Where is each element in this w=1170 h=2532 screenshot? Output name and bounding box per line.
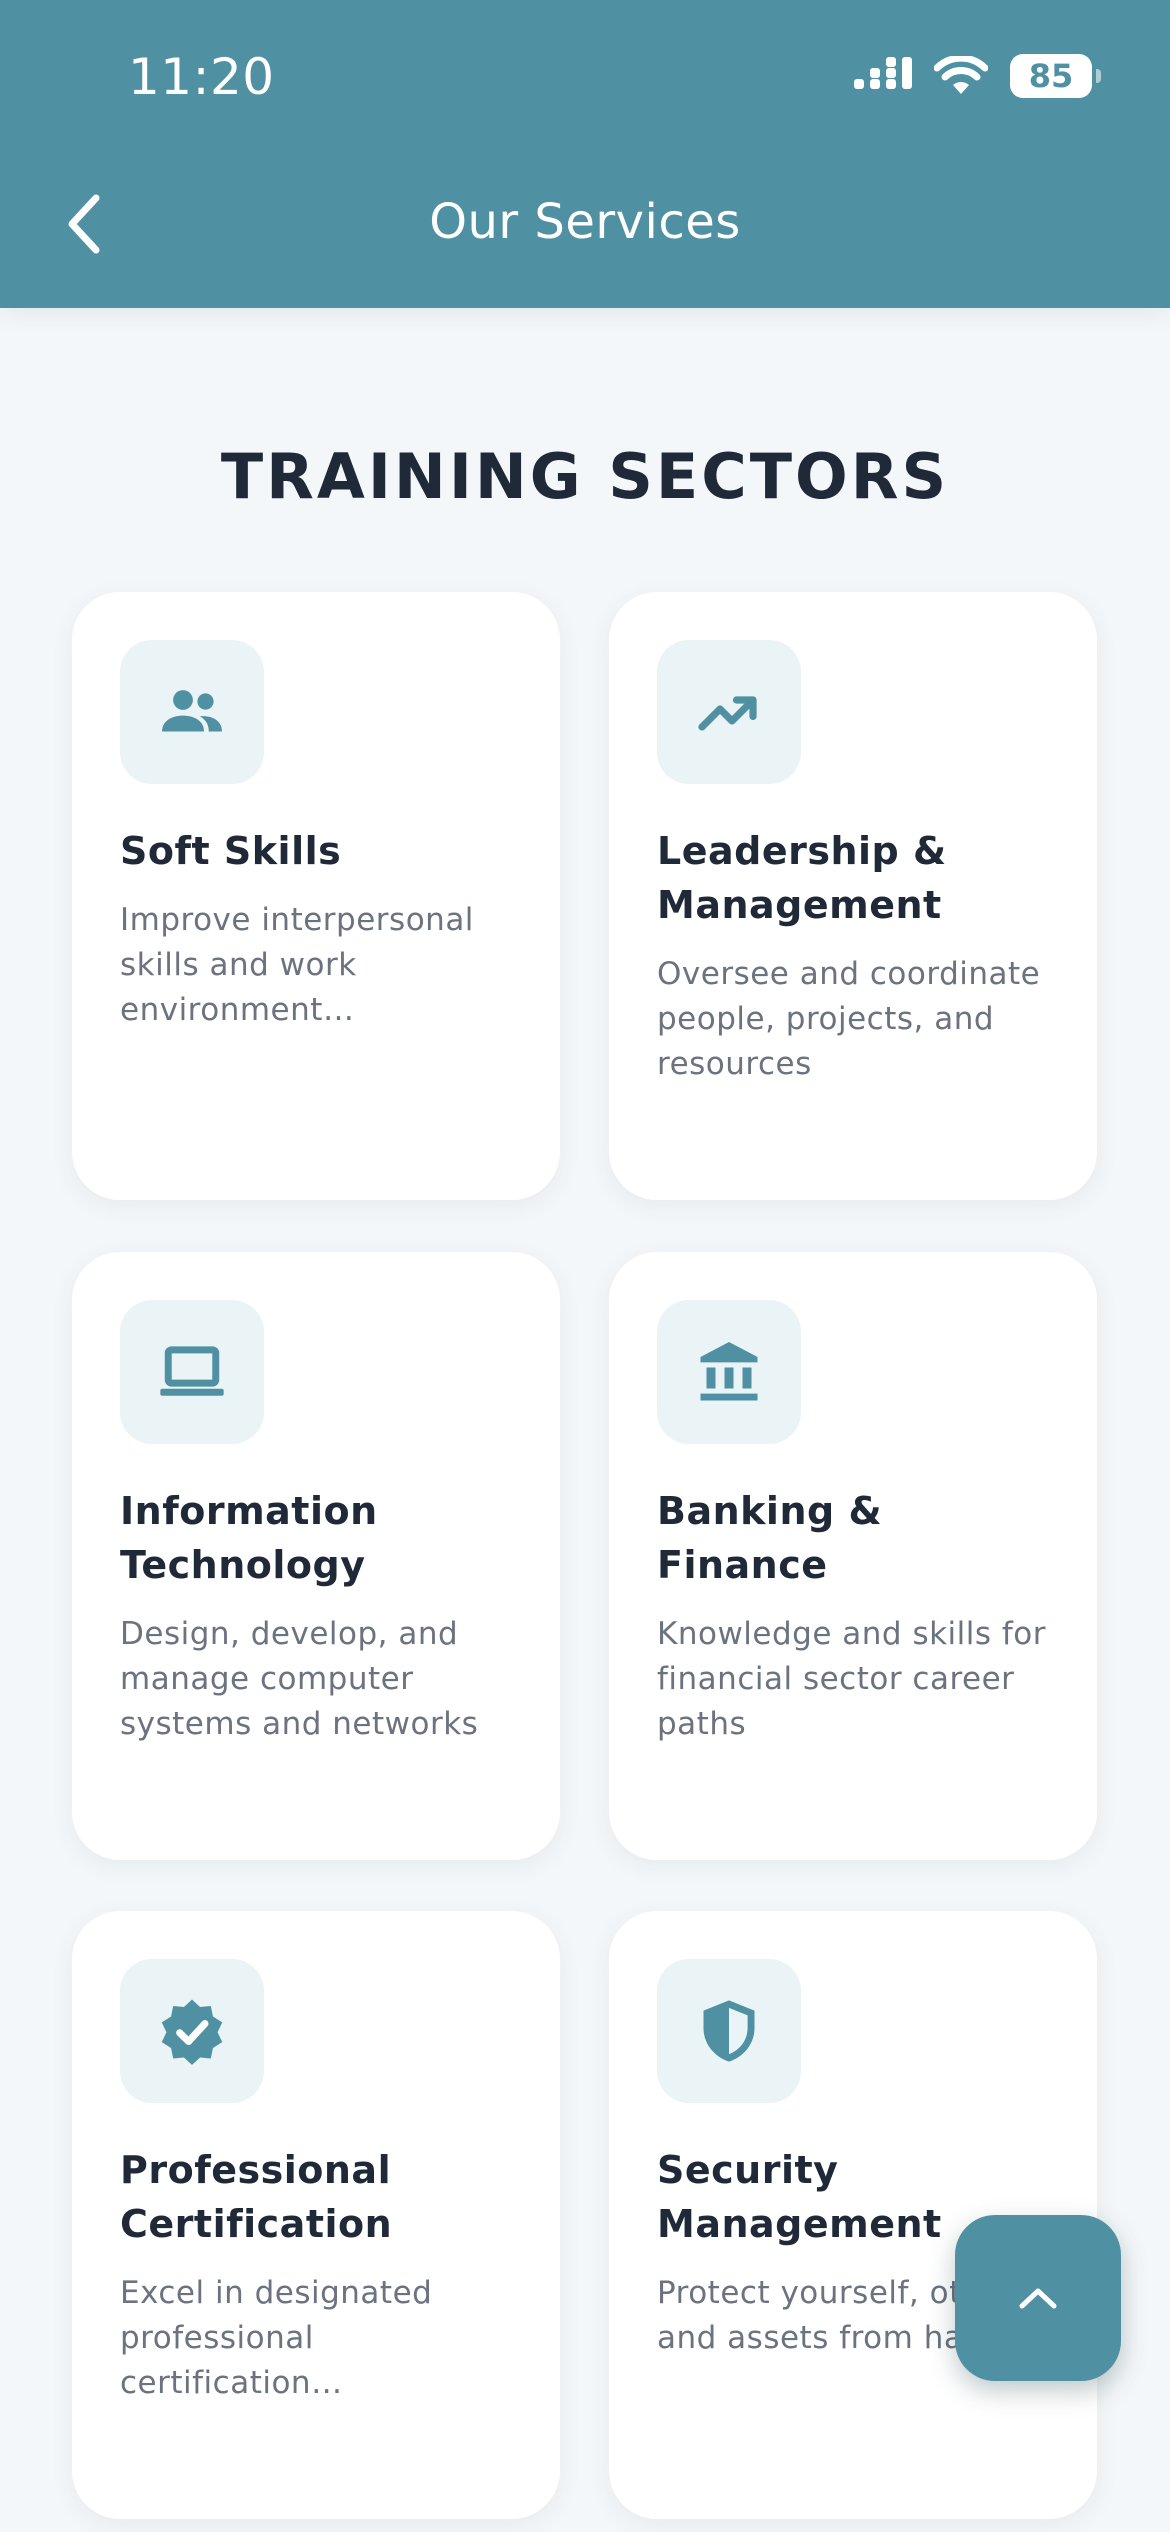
icon-container (657, 1959, 801, 2103)
card-description: Knowledge and skills for financial secto… (657, 1616, 1047, 1742)
card-description: Oversee and coordinate people, projects,… (657, 956, 1041, 1082)
status-icons: 85 (854, 52, 1101, 100)
icon-container (120, 640, 264, 784)
laptop-icon (160, 1346, 224, 1396)
card-title: Professional Certification (120, 2148, 393, 2246)
shield-icon (703, 2000, 755, 2062)
service-card-professional-certification[interactable]: Professional Certification Excel in desi… (72, 1911, 560, 2519)
section-title: TRAINING SECTORS (220, 440, 950, 513)
bank-icon (700, 1342, 758, 1401)
card-description: Design, develop, and manage computer sys… (120, 1616, 479, 1742)
icon-container (120, 1300, 264, 1444)
card-title: Leadership & Management (657, 829, 947, 927)
scroll-to-top-button[interactable] (955, 2215, 1121, 2381)
icon-container (657, 640, 801, 784)
trending-up-icon (698, 696, 757, 731)
card-title: Soft Skills (120, 829, 342, 873)
card-title: Information Technology (120, 1489, 378, 1587)
people-icon (162, 690, 222, 732)
icon-container (657, 1300, 801, 1444)
service-card-soft-skills[interactable]: Soft Skills Improve interpersonal skills… (72, 592, 560, 1200)
icon-container (120, 1959, 264, 2103)
page-title: Our Services (429, 194, 741, 250)
app-header: 11:20 85 Our Services (0, 0, 1170, 308)
card-description: Excel in designated professional certifi… (120, 2275, 433, 2401)
service-card-information-technology[interactable]: Information Technology Design, develop, … (72, 1252, 560, 1860)
service-card-leadership[interactable]: Leadership & Management Oversee and coor… (609, 592, 1097, 1200)
chevron-up-icon (1019, 2288, 1057, 2309)
verified-badge-icon (161, 1999, 223, 2065)
service-card-banking-finance[interactable]: Banking & Finance Knowledge and skills f… (609, 1252, 1097, 1860)
battery-level: 85 (1028, 57, 1074, 95)
signal-icon (854, 57, 912, 89)
card-description: Improve interpersonal skills and work en… (120, 902, 474, 1028)
card-title: Banking & Finance (657, 1489, 883, 1587)
wifi-icon (934, 56, 988, 94)
battery-icon: 85 (1010, 54, 1101, 98)
status-time: 11:20 (128, 48, 275, 106)
